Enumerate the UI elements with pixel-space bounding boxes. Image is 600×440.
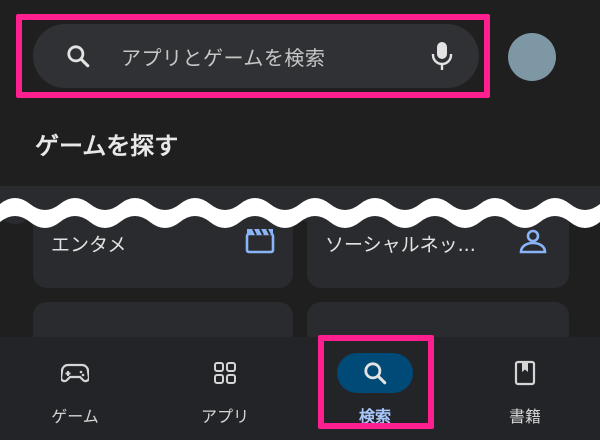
nav-item-apps[interactable]: アプリ <box>150 337 300 440</box>
search-nav-highlight-box <box>318 335 434 429</box>
nav-label: 書籍 <box>508 407 541 426</box>
avatar[interactable] <box>508 33 556 81</box>
play-store-screen: アプリとゲームを検索 ゲームを探す エンタメ ソーシャルネッ... ゲーム アプ… <box>0 0 600 440</box>
nav-label: アプリ <box>200 407 249 426</box>
nav-label: ゲーム <box>51 407 99 426</box>
nav-item-games[interactable]: ゲーム <box>0 337 150 440</box>
gamepad-icon <box>37 353 113 393</box>
search-highlight-box <box>16 14 490 98</box>
bottom-navigation: ゲーム アプリ 検索 書籍 <box>0 337 600 440</box>
apps-grid-icon <box>187 353 263 393</box>
wavy-separator <box>0 186 600 228</box>
nav-item-books[interactable]: 書籍 <box>450 337 600 440</box>
book-icon <box>487 353 563 393</box>
section-title: ゲームを探す <box>35 132 179 160</box>
